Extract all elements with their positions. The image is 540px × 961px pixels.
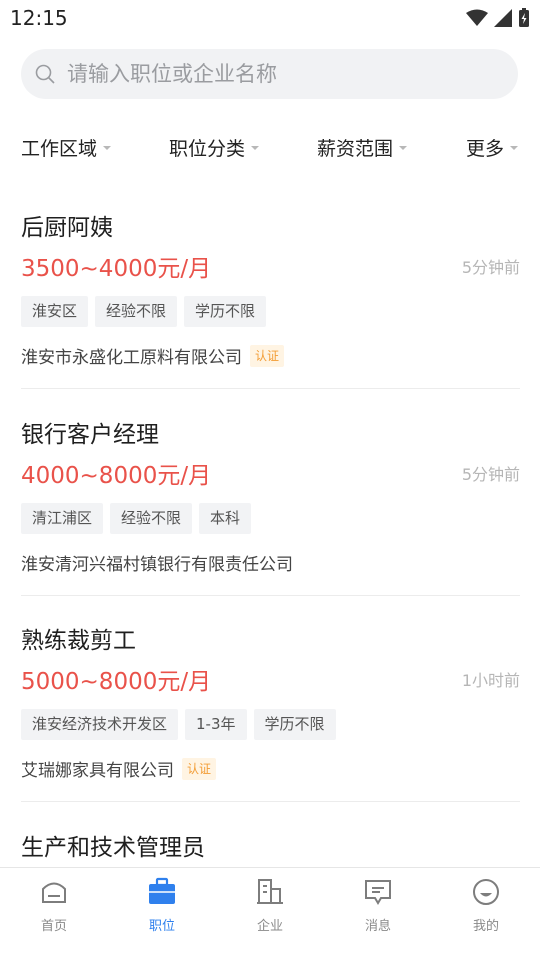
tab-label: 企业 <box>256 919 283 934</box>
caret-down-icon <box>251 145 260 150</box>
home-icon <box>42 882 66 903</box>
caret-down-icon <box>399 145 408 150</box>
job-title: 熟练裁剪工 <box>21 628 136 654</box>
job-tag: 清江浦区 <box>21 503 104 534</box>
job-tag: 本科 <box>199 503 252 534</box>
status-time: 12:15 <box>10 6 68 30</box>
profile-icon <box>473 879 499 905</box>
job-tags: 清江浦区 经验不限 本科 <box>21 503 252 534</box>
tab-profile[interactable]: 我的 <box>432 868 540 961</box>
certified-badge: 认证 <box>250 344 285 367</box>
tab-label: 消息 <box>364 919 391 934</box>
job-company: 淮安清河兴福村镇银行有限责任公司 <box>21 550 293 575</box>
status-bar: 12:15 <box>0 0 540 36</box>
filter-work-area[interactable]: 工作区域 <box>21 134 112 161</box>
job-salary: 4000~8000元/月 <box>21 463 212 489</box>
job-card[interactable]: 熟练裁剪工 5000~8000元/月 1小时前 淮安经济技术开发区 1-3年 学… <box>21 603 520 802</box>
divider <box>21 801 520 802</box>
job-card[interactable]: 银行客户经理 4000~8000元/月 5分钟前 清江浦区 经验不限 本科 淮安… <box>21 397 520 596</box>
filter-bar: 工作区域 职位分类 薪资范围 更多 <box>0 126 540 170</box>
filter-salary-range[interactable]: 薪资范围 <box>317 134 408 161</box>
building-icon <box>257 879 283 904</box>
job-tag: 学历不限 <box>184 296 267 327</box>
job-tags: 淮安区 经验不限 学历不限 <box>21 296 267 327</box>
job-card[interactable]: 后厨阿姨 3500~4000元/月 5分钟前 淮安区 经验不限 学历不限 淮安市… <box>21 190 520 389</box>
cellular-signal-icon <box>494 9 512 27</box>
divider <box>21 595 520 596</box>
wifi-icon <box>466 9 488 26</box>
job-title: 银行客户经理 <box>21 422 159 448</box>
tab-label: 我的 <box>472 919 499 934</box>
job-tag: 1-3年 <box>185 709 247 740</box>
tab-companies[interactable]: 企业 <box>216 868 324 961</box>
job-company: 艾瑞娜家具有限公司 认证 <box>21 756 217 781</box>
job-salary: 3500~4000元/月 <box>21 256 212 282</box>
tab-label: 首页 <box>40 919 67 934</box>
search-box[interactable] <box>21 49 518 99</box>
job-tags: 淮安经济技术开发区 1-3年 学历不限 <box>21 709 336 740</box>
job-tag: 淮安区 <box>21 296 89 327</box>
search-icon <box>35 64 55 84</box>
filter-label: 工作区域 <box>21 138 98 160</box>
battery-icon <box>519 8 529 27</box>
filter-more[interactable]: 更多 <box>466 134 519 161</box>
job-tag: 经验不限 <box>95 296 178 327</box>
search-input[interactable] <box>67 62 487 86</box>
filter-label: 薪资范围 <box>317 138 394 160</box>
job-company: 淮安市永盛化工原料有限公司 认证 <box>21 343 285 368</box>
caret-down-icon <box>510 145 519 150</box>
job-post-time: 5分钟前 <box>461 258 520 277</box>
job-title: 生产和技术管理员 <box>21 835 205 861</box>
tab-home[interactable]: 首页 <box>0 868 108 961</box>
job-tag: 淮安经济技术开发区 <box>21 709 179 740</box>
certified-badge: 认证 <box>182 757 217 780</box>
job-salary: 5000~8000元/月 <box>21 669 212 695</box>
caret-down-icon <box>103 145 112 150</box>
job-tag: 经验不限 <box>110 503 193 534</box>
briefcase-icon <box>149 877 175 904</box>
filter-label: 更多 <box>466 138 505 160</box>
job-title: 后厨阿姨 <box>21 215 113 241</box>
job-post-time: 1小时前 <box>461 671 520 690</box>
tab-label: 职位 <box>148 919 175 934</box>
company-name: 艾瑞娜家具有限公司 <box>21 761 174 781</box>
divider <box>21 388 520 389</box>
company-name: 淮安市永盛化工原料有限公司 <box>21 348 242 368</box>
job-card[interactable]: 生产和技术管理员 <box>21 810 520 867</box>
status-icons <box>466 8 530 28</box>
message-icon <box>365 880 391 905</box>
filter-label: 职位分类 <box>169 138 246 160</box>
tab-messages[interactable]: 消息 <box>324 868 432 961</box>
filter-job-category[interactable]: 职位分类 <box>169 134 260 161</box>
job-post-time: 5分钟前 <box>461 465 520 484</box>
tab-jobs[interactable]: 职位 <box>108 868 216 961</box>
bottom-tab-bar: 首页 职位 企业 消息 我的 <box>0 867 540 961</box>
job-tag: 学历不限 <box>253 709 336 740</box>
company-name: 淮安清河兴福村镇银行有限责任公司 <box>21 555 293 575</box>
